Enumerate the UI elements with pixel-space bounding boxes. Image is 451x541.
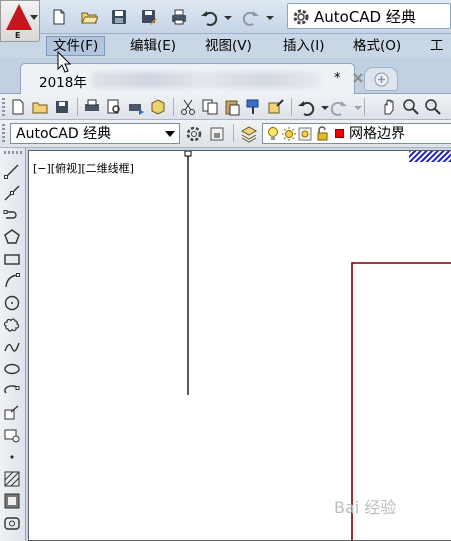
save-as-icon[interactable]: [138, 6, 160, 28]
redo-icon[interactable]: [330, 98, 348, 116]
undo-icon[interactable]: [198, 6, 220, 28]
logo-letter: E: [15, 31, 21, 40]
arc-icon[interactable]: [3, 272, 21, 290]
workspace-settings-icon[interactable]: [185, 125, 203, 143]
layer-dropdown[interactable]: 网格边界: [262, 123, 451, 144]
insert-block-icon[interactable]: [3, 404, 21, 422]
menu-insert[interactable]: 插入(I): [277, 36, 331, 56]
construction-line-icon[interactable]: [3, 184, 21, 202]
chevron-down-icon: [165, 131, 175, 137]
quick-access-toolbar: E AutoCAD 经典: [0, 0, 451, 42]
toolbar-separator: [77, 98, 78, 116]
spline-icon[interactable]: [3, 338, 21, 356]
close-icon[interactable]: [351, 71, 365, 85]
undo-dropdown-icon[interactable]: [222, 6, 234, 28]
point-icon[interactable]: [3, 448, 21, 466]
drawing-canvas[interactable]: [−][俯视][二维线框] Bai 经验: [28, 150, 451, 541]
layer-properties-icon[interactable]: [240, 125, 258, 143]
workspace-switcher[interactable]: AutoCAD 经典: [287, 3, 451, 29]
tab-document-title: 2018年: [39, 75, 87, 91]
rectangle-icon[interactable]: [3, 250, 21, 268]
redo-icon[interactable]: [240, 6, 262, 28]
toolbar-grip[interactable]: [4, 151, 22, 154]
hatch-fill: [409, 151, 451, 162]
menu-edit[interactable]: 编辑(E): [124, 36, 182, 56]
undo-dropdown-icon[interactable]: [316, 98, 329, 116]
baidu-watermark: Bai 经验: [334, 498, 397, 517]
gradient-icon[interactable]: [3, 492, 21, 510]
revision-cloud-icon[interactable]: [3, 316, 21, 334]
redacted-filename: [91, 72, 321, 88]
menu-view[interactable]: 视图(V): [199, 36, 258, 56]
qnew-icon[interactable]: [9, 98, 27, 116]
current-layer-name: 网格边界: [349, 126, 405, 142]
plot-icon[interactable]: [83, 98, 101, 116]
menu-tools[interactable]: 工: [424, 36, 450, 56]
3d-dwf-icon[interactable]: [149, 98, 167, 116]
ellipse-arc-icon[interactable]: [3, 382, 21, 400]
autocad-logo-icon: [6, 4, 32, 30]
publish-icon[interactable]: [127, 98, 145, 116]
copy-icon[interactable]: [201, 98, 219, 116]
chevron-down-icon: [30, 15, 38, 20]
layer-states-icon[interactable]: [208, 125, 226, 143]
layer-color-swatch: [335, 129, 344, 138]
make-block-icon[interactable]: [3, 426, 21, 444]
new-file-icon[interactable]: [48, 6, 70, 28]
pan-hand-icon[interactable]: [380, 98, 398, 116]
menu-format[interactable]: 格式(O): [347, 36, 407, 56]
mouse-cursor-icon: [57, 51, 71, 73]
toolbar-separator: [233, 124, 234, 142]
modified-marker: *: [334, 71, 341, 86]
redo-dropdown-icon[interactable]: [264, 6, 276, 28]
layer-thaw-sun-icon: [282, 127, 296, 141]
layer-viewport-thaw-icon: [298, 127, 312, 141]
block-editor-icon[interactable]: [267, 98, 285, 116]
toolbar-separator: [364, 98, 365, 116]
match-properties-icon[interactable]: [245, 98, 263, 116]
layer-on-bulb-icon: [268, 127, 278, 140]
ucs-marker: [184, 151, 192, 157]
toolbar-grip[interactable]: [2, 98, 5, 116]
save-icon[interactable]: [108, 6, 130, 28]
zoom-realtime-icon[interactable]: [402, 98, 420, 116]
cut-icon[interactable]: [179, 98, 197, 116]
region-icon[interactable]: [3, 514, 21, 532]
application-menu-button[interactable]: E: [0, 0, 40, 42]
save-icon[interactable]: [53, 98, 71, 116]
ellipse-icon[interactable]: [3, 360, 21, 378]
drawing-geometry: [184, 151, 451, 540]
menu-file[interactable]: 文件(F): [46, 36, 106, 56]
circle-icon[interactable]: [3, 294, 21, 312]
plot-preview-icon[interactable]: [105, 98, 123, 116]
undo-icon[interactable]: [297, 98, 315, 116]
print-icon[interactable]: [168, 6, 190, 28]
toolbar-separator: [173, 98, 174, 116]
layer-unlock-icon: [317, 126, 328, 141]
polyline-icon[interactable]: [3, 206, 21, 224]
toolbar-separator: [291, 98, 292, 116]
zoom-window-icon[interactable]: [424, 98, 442, 116]
toolbar-grip[interactable]: [2, 124, 5, 142]
redo-dropdown-icon[interactable]: [349, 98, 362, 116]
workspace-select-value: AutoCAD 经典: [16, 126, 112, 142]
line-icon[interactable]: [3, 162, 21, 180]
standard-toolbar: [0, 94, 451, 120]
new-tab-button[interactable]: [364, 67, 398, 91]
gear-icon: [293, 9, 309, 25]
paste-icon[interactable]: [223, 98, 241, 116]
open-icon[interactable]: [31, 98, 49, 116]
open-file-icon[interactable]: [78, 6, 100, 28]
draw-toolbar: [0, 148, 26, 541]
workspace-layer-toolbar: AutoCAD 经典 网格边界: [0, 120, 451, 148]
plus-icon: [374, 72, 389, 87]
workspace-switcher-label: AutoCAD 经典: [314, 8, 416, 26]
menu-bar: 文件(F) 编辑(E) 视图(V) 插入(I) 格式(O) 工: [40, 34, 451, 58]
hatch-icon[interactable]: [3, 470, 21, 488]
polygon-icon[interactable]: [3, 228, 21, 246]
workspace-select[interactable]: AutoCAD 经典: [10, 123, 180, 144]
